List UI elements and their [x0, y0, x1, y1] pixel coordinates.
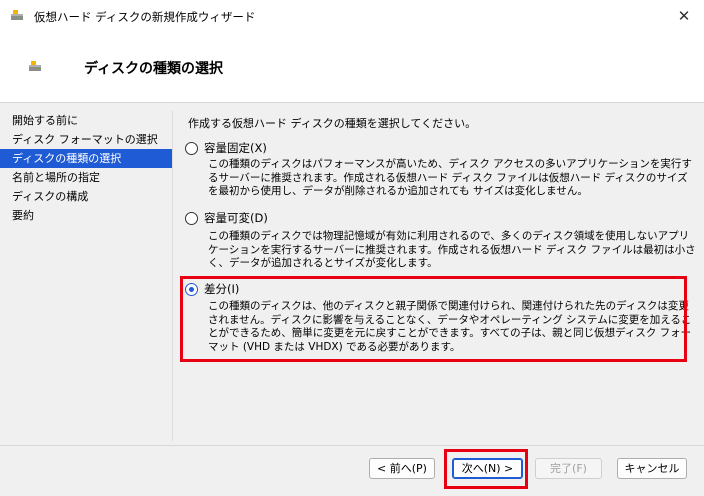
- wizard-body: 開始する前に ディスク フォーマットの選択 ディスクの種類の選択 名前と場所の指…: [0, 103, 704, 445]
- page-header: ディスクの種類の選択: [0, 32, 704, 103]
- title-bar: 仮想ハード ディスクの新規作成ウィザード ✕: [0, 0, 704, 32]
- radio-fixed-size[interactable]: [185, 141, 198, 155]
- main-content: 作成する仮想ハード ディスクの種類を選択してください。 容量固定(X) この種類…: [178, 103, 698, 445]
- wizard-nav: 開始する前に ディスク フォーマットの選択 ディスクの種類の選択 名前と場所の指…: [0, 111, 172, 225]
- radio-dynamically-expanding[interactable]: [185, 211, 198, 225]
- window-title: 仮想ハード ディスクの新規作成ウィザード: [34, 10, 256, 24]
- nav-item-configure-disk[interactable]: ディスクの構成: [0, 187, 172, 206]
- option-label: 容量可変(D): [204, 211, 268, 225]
- highlight-box: [444, 449, 528, 489]
- page-title: ディスクの種類の選択: [84, 61, 224, 77]
- option-label: 容量固定(X): [204, 141, 267, 155]
- nav-item-before-you-begin[interactable]: 開始する前に: [0, 111, 172, 130]
- option-description: この種類のディスクはパフォーマンスが高いため、ディスク アクセスの多いアプリケー…: [208, 158, 692, 197]
- option-fixed-size[interactable]: 容量固定(X): [185, 140, 267, 156]
- finish-button[interactable]: 完了(F): [535, 458, 602, 479]
- option-description: この種類のディスクでは物理記憶域が有効に利用されるので、多くのディスク領域を使用…: [208, 230, 696, 269]
- nav-divider: [172, 111, 173, 441]
- back-button[interactable]: < 前へ(P): [369, 458, 435, 479]
- nav-item-name-location[interactable]: 名前と場所の指定: [0, 168, 172, 187]
- disk-icon: [11, 10, 23, 20]
- nav-item-disk-format[interactable]: ディスク フォーマットの選択: [0, 130, 172, 149]
- nav-item-summary[interactable]: 要約: [0, 206, 172, 225]
- disk-icon: [29, 61, 41, 71]
- wizard-footer: < 前へ(P) 次へ(N) > 完了(F) キャンセル: [0, 445, 704, 496]
- option-dynamically-expanding[interactable]: 容量可変(D): [185, 210, 268, 226]
- intro-text: 作成する仮想ハード ディスクの種類を選択してください。: [188, 117, 477, 130]
- nav-item-disk-type[interactable]: ディスクの種類の選択: [0, 149, 172, 168]
- cancel-button[interactable]: キャンセル: [617, 458, 687, 479]
- close-icon[interactable]: ✕: [672, 4, 696, 28]
- highlight-box: [180, 276, 687, 362]
